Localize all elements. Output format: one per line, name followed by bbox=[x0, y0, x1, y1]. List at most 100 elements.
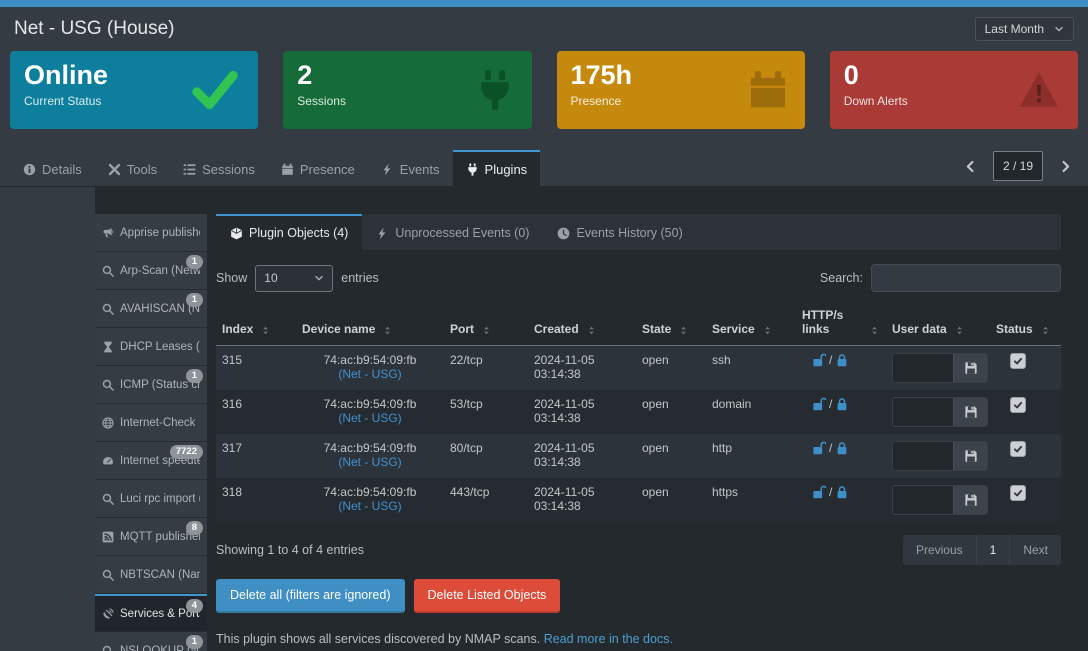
save-icon bbox=[964, 361, 978, 375]
user-data-input[interactable] bbox=[893, 354, 953, 382]
plugin-objects-table: Index Device name Port Created State Ser… bbox=[216, 302, 1061, 522]
satellite-icon bbox=[102, 608, 114, 620]
tab-label: Plugin Objects (4) bbox=[249, 226, 348, 240]
col-service[interactable]: Service bbox=[706, 302, 796, 346]
col-device-name[interactable]: Device name bbox=[296, 302, 444, 346]
sidebar-item-apprise-publisher[interactable]: Apprise publisher bbox=[95, 214, 207, 252]
sidebar-item-arp-scan[interactable]: Arp-Scan (Network s... 1 bbox=[95, 252, 207, 290]
save-user-data-button[interactable] bbox=[953, 486, 987, 514]
user-data-input[interactable] bbox=[893, 486, 953, 514]
status-checkbox[interactable] bbox=[1010, 397, 1026, 413]
tab-details[interactable]: Details bbox=[10, 150, 95, 186]
status-checkbox[interactable] bbox=[1010, 485, 1026, 501]
device-mac: 74:ac:b9:54:09:fb bbox=[302, 353, 438, 367]
sidebar-item-nslookup[interactable]: NSLOOKUP (Name di... 1 bbox=[95, 632, 207, 651]
save-user-data-button[interactable] bbox=[953, 398, 987, 426]
lock-icon[interactable] bbox=[835, 353, 849, 367]
unlock-icon[interactable] bbox=[812, 353, 826, 367]
col-port[interactable]: Port bbox=[444, 302, 528, 346]
plugins-section: Apprise publisher Arp-Scan (Network s...… bbox=[95, 187, 1088, 651]
search-icon bbox=[102, 493, 114, 505]
cell-links: / bbox=[796, 390, 886, 434]
table-row: 315 74:ac:b9:54:09:fb (Net - USG) 22/tcp… bbox=[216, 346, 1061, 391]
sidebar-item-services-ports[interactable]: Services & Ports (NM... 4 bbox=[95, 594, 207, 632]
tab-presence[interactable]: Presence bbox=[268, 150, 368, 186]
page-number-button[interactable]: 1 bbox=[976, 535, 1010, 565]
device-link[interactable]: (Net - USG) bbox=[302, 499, 438, 513]
tab-label: Sessions bbox=[202, 162, 255, 177]
docs-link[interactable]: Read more in the docs. bbox=[544, 632, 673, 646]
col-created[interactable]: Created bbox=[528, 302, 636, 346]
unlock-icon[interactable] bbox=[812, 441, 826, 455]
delete-all-button[interactable]: Delete all (filters are ignored) bbox=[216, 579, 405, 613]
sidebar-item-luci-rpc-import[interactable]: Luci rpc import (Devi... bbox=[95, 480, 207, 518]
plugin-description: This plugin shows all services discovere… bbox=[216, 632, 1061, 646]
cell-status bbox=[990, 434, 1061, 478]
cell-status bbox=[990, 390, 1061, 434]
sidebar-item-mqtt-publisher[interactable]: MQTT publisher 8 bbox=[95, 518, 207, 556]
status-checkbox[interactable] bbox=[1010, 353, 1026, 369]
device-link[interactable]: (Net - USG) bbox=[302, 367, 438, 381]
chevron-down-icon bbox=[1054, 24, 1064, 34]
lock-icon[interactable] bbox=[835, 441, 849, 455]
cell-status bbox=[990, 346, 1061, 391]
cell-user-data bbox=[886, 478, 990, 522]
sidebar-item-internet-speedtest[interactable]: Internet speedtest 7722 bbox=[95, 442, 207, 480]
plugin-description-text: This plugin shows all services discovere… bbox=[216, 632, 540, 646]
tab-label: Presence bbox=[300, 162, 355, 177]
table-row: 316 74:ac:b9:54:09:fb (Net - USG) 53/tcp… bbox=[216, 390, 1061, 434]
tab-plugins[interactable]: Plugins bbox=[453, 150, 541, 187]
sidebar-item-dhcp-leases[interactable]: DHCP Leases (Device ... bbox=[95, 328, 207, 366]
col-state[interactable]: State bbox=[636, 302, 706, 346]
sidebar-item-avahiscan[interactable]: AVAHISCAN (Name di... 1 bbox=[95, 290, 207, 328]
delete-listed-button[interactable]: Delete Listed Objects bbox=[414, 579, 561, 613]
save-user-data-button[interactable] bbox=[953, 354, 987, 382]
tab-events[interactable]: Events bbox=[368, 150, 453, 186]
entries-select-value: 10 bbox=[264, 271, 277, 285]
status-checkbox[interactable] bbox=[1010, 441, 1026, 457]
previous-page-button[interactable]: Previous bbox=[903, 535, 976, 565]
col-user-data[interactable]: User data bbox=[886, 302, 990, 346]
col-https-links[interactable]: HTTP/s links bbox=[796, 302, 886, 346]
tab-tools[interactable]: Tools bbox=[95, 150, 170, 186]
tab-events-history[interactable]: Events History (50) bbox=[543, 214, 696, 250]
device-link[interactable]: (Net - USG) bbox=[302, 455, 438, 469]
col-index[interactable]: Index bbox=[216, 302, 296, 346]
next-page-button[interactable]: Next bbox=[1009, 535, 1061, 565]
sidebar-item-icmp[interactable]: ICMP (Status check) 1 bbox=[95, 366, 207, 404]
search-input[interactable] bbox=[871, 264, 1061, 292]
page-title: Net - USG (House) bbox=[14, 18, 174, 40]
tab-plugin-objects[interactable]: Plugin Objects (4) bbox=[216, 214, 362, 250]
period-selector[interactable]: Last Month bbox=[975, 17, 1074, 41]
sidebar-item-internet-check[interactable]: Internet-Check bbox=[95, 404, 207, 442]
card-down-alerts: 0 Down Alerts bbox=[830, 51, 1078, 129]
user-data-input[interactable] bbox=[893, 442, 953, 470]
tab-label: Events History (50) bbox=[576, 226, 682, 240]
save-user-data-button[interactable] bbox=[953, 442, 987, 470]
lock-icon[interactable] bbox=[835, 485, 849, 499]
col-status[interactable]: Status bbox=[990, 302, 1061, 346]
tab-sessions[interactable]: Sessions bbox=[170, 150, 268, 186]
unlock-icon[interactable] bbox=[812, 397, 826, 411]
show-entries-control: Show 10 entries bbox=[216, 265, 379, 292]
lock-icon[interactable] bbox=[835, 397, 849, 411]
search-label: Search: bbox=[820, 271, 863, 285]
next-device-button[interactable] bbox=[1052, 153, 1078, 179]
count-badge: 1 bbox=[186, 255, 203, 269]
tab-unprocessed-events[interactable]: Unprocessed Events (0) bbox=[362, 214, 543, 250]
unlock-icon[interactable] bbox=[812, 485, 826, 499]
card-sessions: 2 Sessions bbox=[283, 51, 531, 129]
check-icon bbox=[1013, 488, 1023, 498]
period-selector-value: Last Month bbox=[985, 22, 1044, 36]
entries-select[interactable]: 10 bbox=[255, 265, 333, 292]
sort-icon bbox=[1040, 325, 1051, 336]
sidebar-item-nbtscan[interactable]: NBTSCAN (Name disc... bbox=[95, 556, 207, 594]
cell-service: https bbox=[706, 478, 796, 522]
cell-user-data bbox=[886, 346, 990, 391]
device-link[interactable]: (Net - USG) bbox=[302, 411, 438, 425]
search-icon bbox=[102, 303, 114, 315]
prev-device-button[interactable] bbox=[958, 153, 984, 179]
calendar-icon bbox=[747, 69, 789, 111]
user-data-input[interactable] bbox=[893, 398, 953, 426]
plugin-panel-tabs: Plugin Objects (4) Unprocessed Events (0… bbox=[216, 214, 1061, 250]
